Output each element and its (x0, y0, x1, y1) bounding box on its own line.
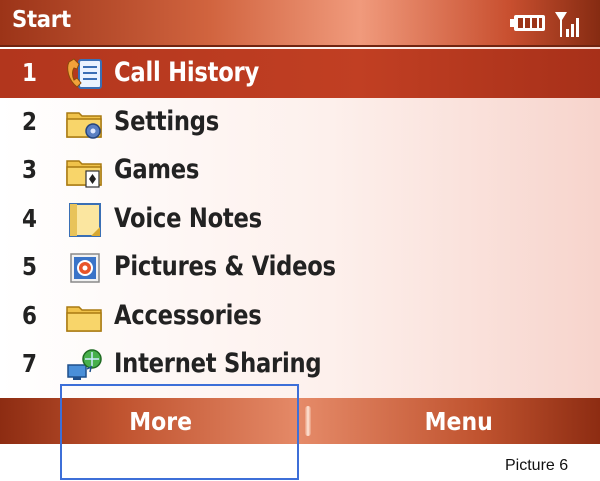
screen-title: Start (12, 7, 71, 33)
menu-item-label: Accessories (114, 299, 262, 331)
menu-item-number: 7 (22, 349, 37, 378)
menu-item-voice-notes[interactable]: 4 Voice Notes (0, 195, 600, 244)
menu-item-number: 5 (22, 252, 37, 281)
menu-item-number: 1 (22, 58, 37, 87)
menu-item-label: Games (114, 154, 200, 185)
menu-item-number: 4 (22, 203, 37, 233)
menu-item-number: 2 (22, 106, 37, 136)
signal-icon (555, 12, 579, 37)
pictures-videos-icon (70, 253, 100, 283)
menu-item-label: Settings (114, 105, 220, 137)
settings-folder-icon (66, 111, 102, 139)
highlight-box (60, 384, 299, 480)
menu-item-call-history[interactable]: 1 Call History (0, 49, 600, 98)
menu-item-label: Internet Sharing (114, 348, 322, 379)
games-folder-icon (66, 160, 102, 188)
menu-softkey[interactable]: Menu (425, 407, 493, 436)
menu-item-number: 3 (22, 155, 37, 184)
menu-item-pictures-videos[interactable]: 5 Pictures & Videos (0, 243, 600, 292)
menu-item-internet-sharing[interactable]: 7 Internet Sharing (0, 340, 600, 389)
internet-sharing-icon (67, 349, 102, 380)
picture-caption: Picture 6 (505, 457, 569, 474)
voice-notes-icon (69, 202, 101, 237)
phone-screen: Start 1 Call History 2 Settings 3 Games … (0, 0, 600, 444)
menu-item-number: 6 (22, 300, 37, 330)
menu-item-games[interactable]: 3 Games (0, 146, 600, 195)
menu-item-label: Voice Notes (114, 202, 262, 234)
battery-icon (510, 15, 545, 31)
menu-item-settings[interactable]: 2 Settings (0, 98, 600, 147)
call-history-icon (67, 58, 102, 89)
softkey-divider (305, 406, 311, 436)
accessories-folder-icon (66, 305, 102, 332)
menu-item-label: Pictures & Videos (114, 251, 336, 282)
menu-item-label: Call History (114, 57, 260, 88)
start-menu-list: 1 Call History 2 Settings 3 Games 4 Voic… (0, 49, 600, 389)
title-bar: Start (0, 0, 600, 47)
menu-item-accessories[interactable]: 6 Accessories (0, 292, 600, 341)
